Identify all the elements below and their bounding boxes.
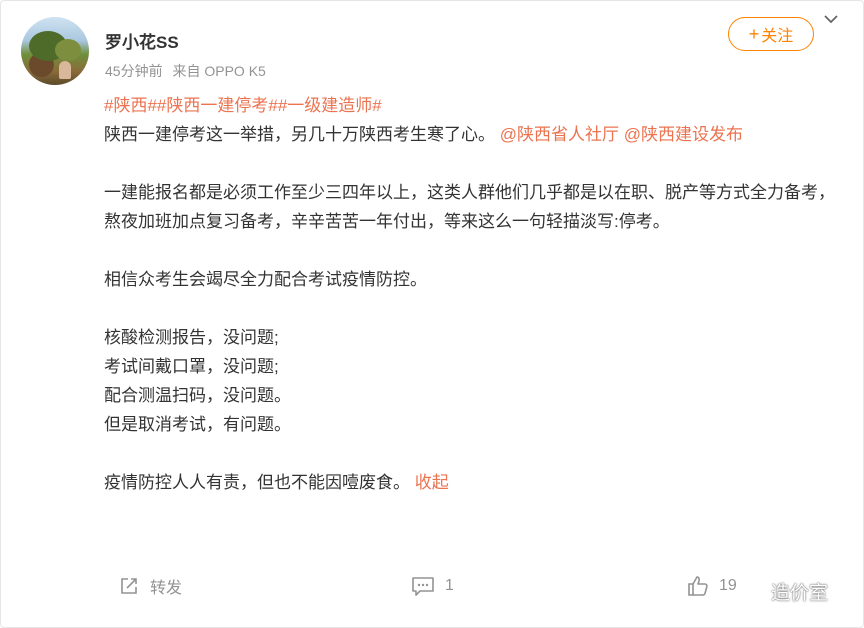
hashtag-link[interactable]: #陕西# <box>104 96 157 115</box>
post-time[interactable]: 45分钟前 <box>105 63 163 79</box>
collapse-link[interactable]: 收起 <box>415 473 449 492</box>
comment-count: 1 <box>445 577 454 594</box>
weibo-post-card: 罗小花SS 45分钟前 来自 OPPO K5 + 关注 #陕西##陕西一建停考#… <box>0 0 864 628</box>
list-line: 核酸检测报告，没问题; <box>104 328 279 347</box>
paragraph-1-text: 陕西一建停考这一举措，另几十万陕西考生寒了心。 <box>104 125 495 144</box>
list-line: 考试间戴口罩，没问题; <box>104 357 279 376</box>
list-line: 但是取消考试，有问题。 <box>104 415 291 434</box>
hashtag-link[interactable]: #陕西一建停考# <box>157 96 278 115</box>
comment-icon <box>412 577 434 596</box>
post-content: #陕西##陕西一建停考##一级建造师# 陕西一建停考这一举措，另几十万陕西考生寒… <box>104 91 844 497</box>
paragraph-5-text: 疫情防控人人有责，但也不能因噎废食。 <box>104 473 410 492</box>
username[interactable]: 罗小花SS <box>105 28 179 53</box>
comment-button[interactable]: 1 <box>411 571 454 601</box>
thumbs-up-icon <box>688 576 708 596</box>
avatar[interactable] <box>21 17 89 85</box>
mention-link[interactable]: @陕西建设发布 <box>624 125 743 144</box>
list-line: 配合测温扫码，没问题。 <box>104 386 291 405</box>
hashtag-line: #陕西##陕西一建停考##一级建造师# <box>104 91 844 120</box>
wechat-watermark: 造价室 <box>739 575 828 607</box>
repost-icon <box>121 578 137 594</box>
paragraph-3: 相信众考生会竭尽全力配合考试疫情防控。 <box>104 270 427 289</box>
paragraph-1: 陕西一建停考这一举措，另几十万陕西考生寒了心。 @陕西省人社厅 @陕西建设发布 <box>104 120 844 149</box>
repost-button[interactable]: 转发 <box>118 571 182 601</box>
watermark-text: 造价室 <box>771 582 829 604</box>
follow-button[interactable]: + 关注 <box>728 17 814 51</box>
post-meta: 45分钟前 来自 OPPO K5 <box>105 61 272 81</box>
repost-label: 转发 <box>150 580 183 597</box>
hashtag-link[interactable]: #一级建造师# <box>278 96 382 115</box>
like-button[interactable]: 19 <box>687 571 737 601</box>
mention-link[interactable]: @陕西省人社厅 <box>500 125 619 144</box>
follow-label: 关注 <box>761 28 794 45</box>
like-count: 19 <box>719 577 737 594</box>
plus-icon: + <box>748 24 760 44</box>
post-source: 来自 OPPO K5 <box>172 63 266 79</box>
paragraph-2: 一建能报名都是必须工作至少三四年以上，这类人群他们几乎都是以在职、脱产等方式全力… <box>104 183 835 231</box>
wechat-icon <box>739 580 764 601</box>
chevron-down-icon[interactable] <box>823 13 839 25</box>
paragraph-5: 疫情防控人人有责，但也不能因噎废食。 收起 <box>104 468 844 497</box>
action-bar: 转发 1 19 <box>1 571 863 601</box>
